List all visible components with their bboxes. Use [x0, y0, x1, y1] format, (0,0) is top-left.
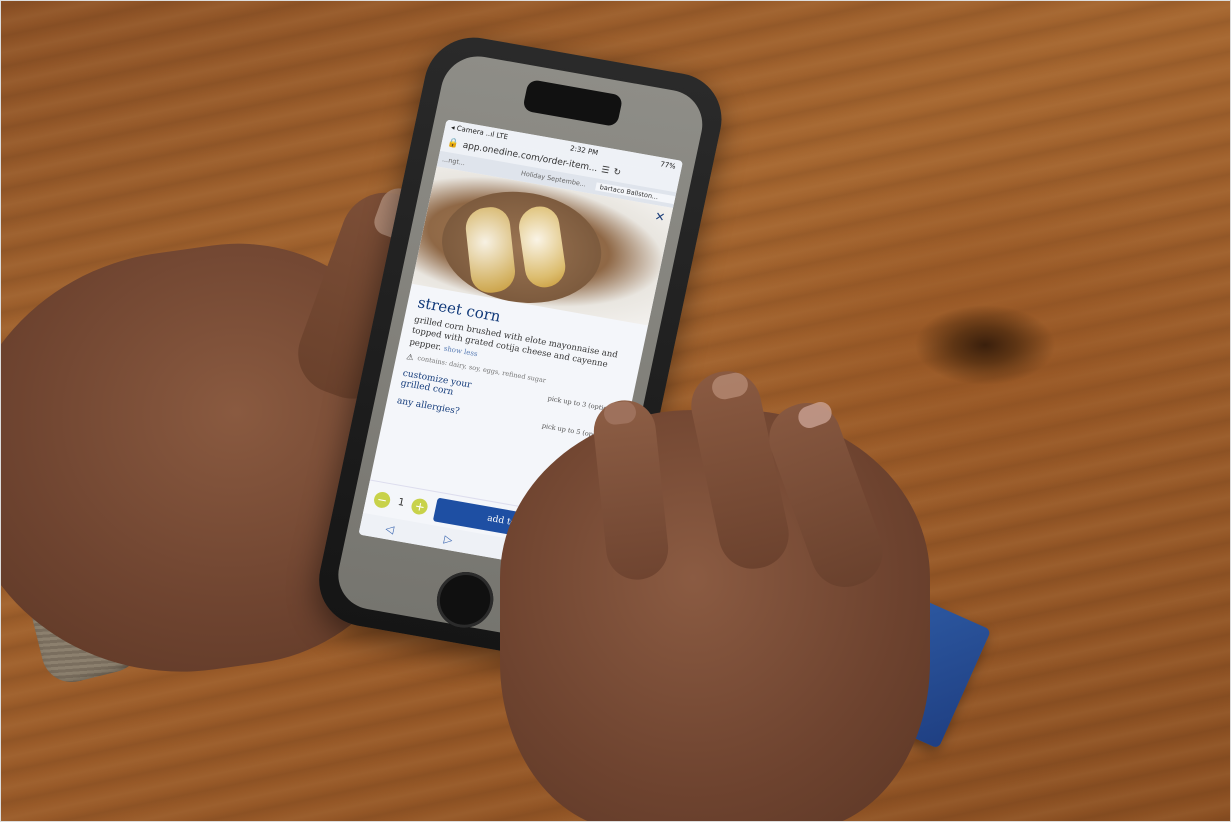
close-icon[interactable]: ✕	[653, 209, 666, 224]
plus-icon[interactable]: +	[410, 496, 430, 516]
option-label: any allergies?	[395, 396, 461, 418]
reload-icon[interactable]: ↻	[612, 167, 622, 178]
forward-icon[interactable]: ▷	[443, 532, 454, 546]
minus-icon[interactable]: −	[372, 490, 392, 509]
battery-text: 77%	[659, 160, 677, 171]
photo-scene: onedine ◂ Camera ..ıl LTE 2:32 PM 77% 🔒 …	[0, 0, 1231, 822]
lock-icon: 🔒	[446, 138, 460, 150]
menu-icon[interactable]: ☰	[600, 165, 610, 176]
quantity-value: 1	[396, 496, 406, 509]
back-icon[interactable]: ◁	[384, 522, 395, 536]
warning-icon: ⚠	[405, 352, 415, 363]
